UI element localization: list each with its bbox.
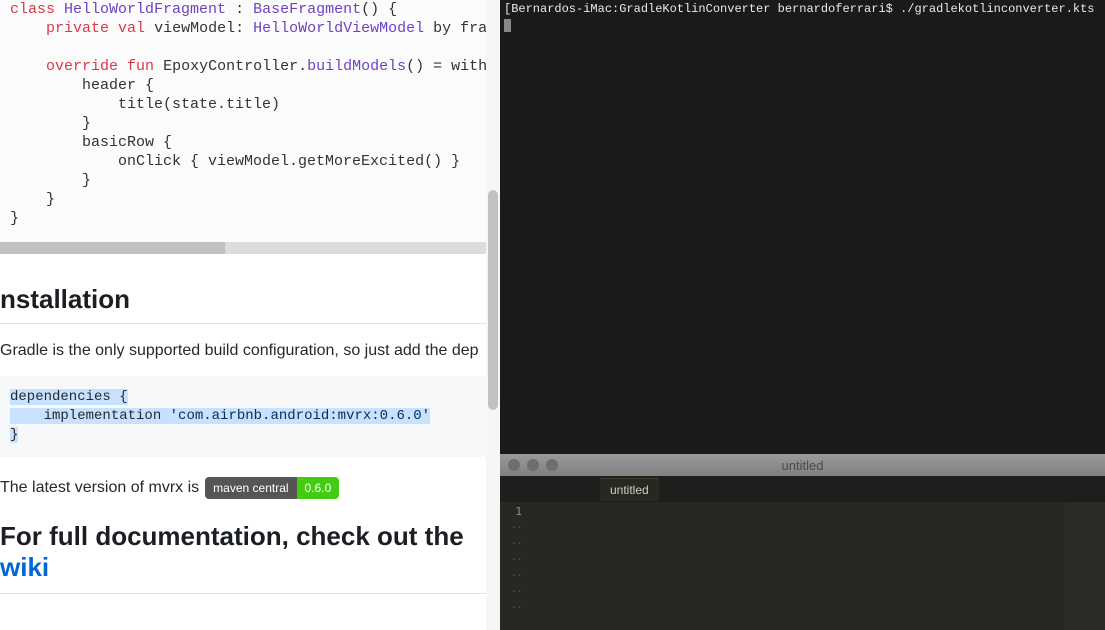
- dep-impl: implementation: [10, 408, 170, 424]
- tab-untitled[interactable]: untitled: [600, 478, 659, 501]
- line-number: 1: [500, 504, 522, 520]
- vertical-scrollbar[interactable]: [486, 0, 500, 630]
- keyword-val: val: [118, 20, 145, 37]
- code-text: () {: [361, 1, 397, 18]
- keyword-fun: fun: [127, 58, 154, 75]
- code-snippet[interactable]: class HelloWorldFragment : BaseFragment(…: [0, 0, 500, 242]
- dep-close: }: [10, 427, 18, 443]
- keyword-override: override: [46, 58, 118, 75]
- code-line: }: [10, 115, 91, 132]
- editor-textarea[interactable]: [530, 502, 1065, 630]
- line-gutter: 1 ············: [500, 502, 530, 630]
- code-line: }: [10, 191, 55, 208]
- class-name: HelloWorldFragment: [64, 1, 226, 18]
- code-line: }: [10, 172, 91, 189]
- dep-string: 'com.airbnb.android:mvrx:0.6.0': [170, 408, 430, 424]
- scrollbar-thumb[interactable]: [0, 242, 225, 254]
- keyword-private: private: [46, 20, 109, 37]
- terminal-line: [Bernardos-iMac:GradleKotlinConverter be…: [504, 2, 1095, 16]
- latest-text: The latest version of mvrx is: [0, 479, 199, 497]
- code-text: [10, 58, 46, 75]
- badge-label: maven central: [205, 477, 296, 499]
- terminal-window[interactable]: [Bernardos-iMac:GradleKotlinConverter be…: [500, 0, 1105, 454]
- horizontal-scrollbar[interactable]: [0, 242, 500, 254]
- installation-heading: nstallation: [0, 284, 494, 324]
- keyword-class: class: [10, 1, 55, 18]
- wiki-link[interactable]: wiki: [0, 552, 49, 582]
- code-text: :: [226, 1, 253, 18]
- vertical-scrollbar-thumb[interactable]: [488, 190, 498, 410]
- minimap[interactable]: [1065, 502, 1105, 630]
- doc-heading-text: For full documentation, check out the: [0, 521, 464, 551]
- latest-version-line: The latest version of mvrx is maven cent…: [0, 477, 494, 499]
- code-text: [10, 20, 46, 37]
- code-line: basicRow {: [10, 134, 172, 151]
- badge-version: 0.6.0: [297, 477, 340, 499]
- code-text: viewModel:: [145, 20, 253, 37]
- base-class: BaseFragment: [253, 1, 361, 18]
- editor-window: untitled untitled 1 ············: [500, 454, 1105, 630]
- documentation-pane: class HelloWorldFragment : BaseFragment(…: [0, 0, 500, 630]
- dep-open: dependencies {: [10, 389, 128, 405]
- fn-name: buildModels: [307, 58, 406, 75]
- code-text: [109, 20, 118, 37]
- code-text: EpoxyController.: [154, 58, 307, 75]
- type-name: HelloWorldViewModel: [253, 20, 424, 37]
- editor-body[interactable]: 1 ············: [500, 502, 1105, 630]
- code-text: [118, 58, 127, 75]
- window-title: untitled: [500, 458, 1105, 473]
- readme-content: nstallation Gradle is the only supported…: [0, 254, 500, 594]
- code-line: title(state.title): [10, 96, 280, 113]
- installation-text: Gradle is the only supported build confi…: [0, 342, 494, 360]
- code-line: onClick { viewModel.getMoreExcited() }: [10, 153, 460, 170]
- terminal-cursor: [504, 19, 511, 32]
- code-line: header {: [10, 77, 154, 94]
- maven-badge[interactable]: maven central 0.6.0: [205, 477, 339, 499]
- code-line: }: [10, 210, 19, 227]
- dependency-code-block[interactable]: dependencies { implementation 'com.airbn…: [0, 376, 494, 457]
- documentation-heading: For full documentation, check out the wi…: [0, 521, 494, 594]
- editor-tabs: untitled: [500, 476, 1105, 502]
- editor-titlebar[interactable]: untitled: [500, 454, 1105, 476]
